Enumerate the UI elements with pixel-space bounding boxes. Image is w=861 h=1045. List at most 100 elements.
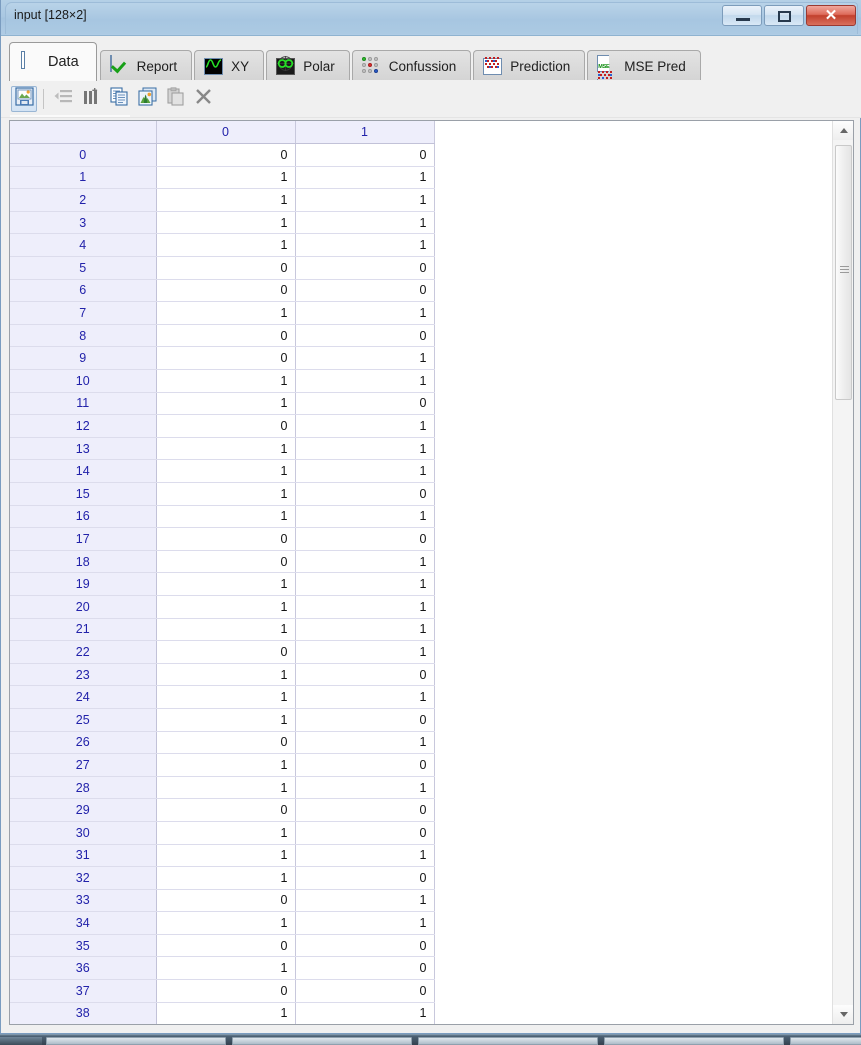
row-header-cell[interactable]: 1 — [10, 166, 157, 190]
table-row[interactable]: 34 1 1 — [10, 911, 435, 935]
table-row[interactable]: 17 0 0 — [10, 527, 435, 551]
table-row[interactable]: 901 — [10, 346, 435, 371]
data-cell[interactable]: 1 — [156, 685, 296, 709]
table-row[interactable]: 000 — [10, 143, 435, 167]
table-row[interactable]: 28 1 1 — [10, 776, 435, 800]
tab-confussion[interactable]: Confussion — [351, 50, 472, 81]
table-row[interactable]: 29 0 0 — [10, 798, 435, 822]
data-cell[interactable]: 1 — [156, 505, 296, 529]
table-row[interactable]: 211 — [10, 188, 435, 212]
data-cell[interactable]: 1 — [156, 708, 296, 732]
row-header-cell[interactable]: 22 — [10, 640, 157, 664]
row-header-cell[interactable]: 17 — [10, 527, 157, 551]
data-cell[interactable]: 1 — [295, 595, 435, 619]
data-cell[interactable]: 0 — [295, 527, 435, 551]
data-cell[interactable]: 0 — [156, 414, 296, 438]
row-header-cell[interactable]: 35 — [10, 934, 157, 958]
copy-button[interactable] — [106, 86, 132, 112]
data-cell[interactable]: 1 — [295, 211, 435, 235]
row-header-cell[interactable]: 26 — [10, 731, 157, 755]
data-cell[interactable]: 0 — [156, 550, 296, 574]
data-cell[interactable]: 0 — [295, 866, 435, 890]
data-cell[interactable]: 1 — [156, 956, 296, 981]
data-cell[interactable]: 0 — [295, 663, 435, 687]
data-cell[interactable]: 1 — [156, 844, 296, 868]
row-header-cell[interactable]: 21 — [10, 618, 157, 642]
minimize-button[interactable] — [722, 5, 762, 26]
copy-image-button[interactable] — [134, 86, 160, 112]
data-cell[interactable]: 1 — [156, 866, 296, 890]
table-row[interactable]: 11 1 0 — [10, 392, 435, 416]
row-header-cell[interactable]: 20 — [10, 595, 157, 619]
data-cell[interactable]: 0 — [295, 392, 435, 416]
row-header-cell[interactable]: 15 — [10, 482, 157, 506]
table-row[interactable]: 36 1 0 — [10, 956, 435, 981]
data-cell[interactable]: 1 — [295, 188, 435, 212]
table-row[interactable]: 27 1 0 — [10, 753, 435, 777]
data-cell[interactable]: 0 — [156, 934, 296, 958]
table-row[interactable]: 10 1 1 — [10, 369, 435, 393]
data-cell[interactable]: 0 — [295, 324, 435, 348]
row-header-cell[interactable]: 5 — [10, 256, 157, 280]
data-cell[interactable]: 1 — [156, 301, 296, 325]
row-header-cell[interactable]: 37 — [10, 979, 157, 1003]
row-header-cell[interactable]: 13 — [10, 437, 157, 461]
save-image-button[interactable] — [11, 86, 37, 112]
data-cell[interactable]: 1 — [295, 550, 435, 574]
data-cell[interactable]: 1 — [295, 166, 435, 190]
data-cell[interactable]: 0 — [156, 979, 296, 1003]
row-header-cell[interactable]: 7 — [10, 301, 157, 325]
data-cell[interactable]: 1 — [156, 211, 296, 235]
data-cell[interactable]: 0 — [156, 731, 296, 755]
close-button[interactable]: ✕ — [806, 5, 856, 26]
tab-xy[interactable]: XY — [194, 50, 265, 81]
data-cell[interactable]: 1 — [295, 911, 435, 935]
row-header-cell[interactable]: 4 — [10, 233, 157, 258]
data-cell[interactable]: 0 — [295, 279, 435, 303]
row-header-cell[interactable]: 30 — [10, 821, 157, 845]
row-header-cell[interactable]: 9 — [10, 346, 157, 371]
data-cell[interactable]: 1 — [295, 369, 435, 393]
vertical-scrollbar[interactable] — [832, 121, 853, 1024]
grid-viewport[interactable]: 0 1 0 0 0 1 1 1 2 1 1 3 1 1 4 1 1 5 0 0 6 0 0 7 1 1 8 0 0 9 0 1 10 1 1 11… — [10, 121, 832, 1024]
data-cell[interactable]: 1 — [295, 572, 435, 596]
data-cell[interactable]: 0 — [295, 143, 435, 167]
row-header-cell[interactable]: 34 — [10, 911, 157, 935]
data-cell[interactable]: 1 — [295, 1002, 435, 1024]
tab-report[interactable]: Report — [99, 50, 193, 81]
row-header-cell[interactable]: 3 — [10, 211, 157, 235]
tab-data[interactable]: Data — [9, 42, 97, 81]
start-button[interactable] — [0, 1037, 42, 1045]
data-cell[interactable]: 1 — [156, 188, 296, 212]
insert-row-button[interactable] — [50, 86, 76, 112]
table-row[interactable]: 30 1 0 — [10, 821, 435, 845]
data-cell[interactable]: 0 — [295, 821, 435, 845]
data-cell[interactable]: 1 — [295, 844, 435, 868]
table-row[interactable]: 111 — [10, 166, 435, 190]
table-row[interactable]: 33 0 1 — [10, 889, 435, 913]
scroll-down-button[interactable] — [833, 1005, 853, 1024]
data-cell[interactable]: 0 — [295, 979, 435, 1003]
data-cell[interactable]: 1 — [295, 233, 435, 258]
table-row[interactable]: 21 1 1 — [10, 618, 435, 642]
scroll-up-button[interactable] — [833, 121, 853, 140]
table-row[interactable]: 800 — [10, 324, 435, 348]
table-row[interactable]: 26 0 1 — [10, 731, 435, 755]
data-cell[interactable]: 1 — [156, 437, 296, 461]
row-header-cell[interactable]: 32 — [10, 866, 157, 890]
data-cell[interactable]: 1 — [156, 166, 296, 190]
table-corner-cell[interactable] — [10, 121, 157, 145]
data-cell[interactable]: 1 — [295, 346, 435, 371]
data-cell[interactable]: 0 — [295, 256, 435, 280]
row-header-cell[interactable]: 25 — [10, 708, 157, 732]
tab-polar[interactable]: Polar — [266, 50, 350, 81]
data-cell[interactable]: 0 — [156, 889, 296, 913]
table-row[interactable]: 16 1 1 — [10, 505, 435, 529]
table-row[interactable]: 19 1 1 — [10, 572, 435, 596]
row-header-cell[interactable]: 24 — [10, 685, 157, 709]
data-cell[interactable]: 1 — [156, 753, 296, 777]
table-row[interactable]: 38 1 1 — [10, 1002, 435, 1024]
row-header-cell[interactable]: 18 — [10, 550, 157, 574]
tab-prediction[interactable]: Prediction — [473, 50, 586, 81]
data-cell[interactable]: 0 — [156, 527, 296, 551]
